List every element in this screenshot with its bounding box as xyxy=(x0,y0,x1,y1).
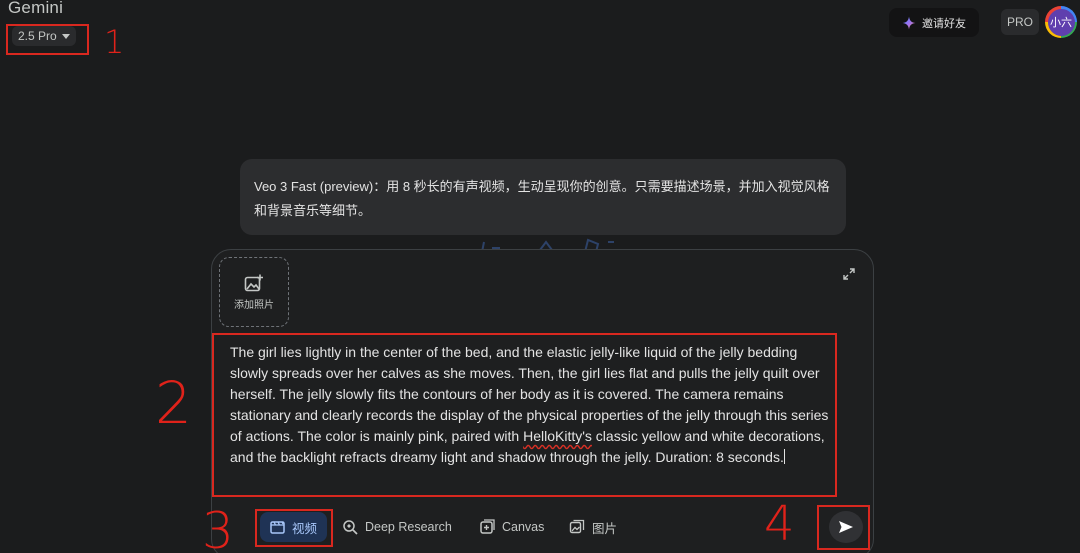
gemini-page: Gemini 2.5 Pro 1 邀请好友 PRO 小六 Veo 3 Fast … xyxy=(0,0,1080,553)
image-tool-button[interactable]: 图片 xyxy=(569,512,617,542)
deep-research-icon xyxy=(343,520,358,535)
caret-down-icon xyxy=(61,34,70,39)
deep-research-button[interactable]: Deep Research xyxy=(342,512,452,542)
invite-friends-button[interactable]: 邀请好友 xyxy=(889,8,979,37)
video-tool-button[interactable]: 视频 xyxy=(260,512,328,542)
video-label: 视频 xyxy=(292,521,318,536)
add-image-icon xyxy=(244,274,263,291)
add-photo-label: 添加照片 xyxy=(234,299,274,311)
canvas-button[interactable]: Canvas xyxy=(479,512,544,542)
add-photo-button[interactable]: 添加照片 xyxy=(219,257,289,327)
avatar[interactable]: 小六 xyxy=(1045,6,1077,38)
canvas-label: Canvas xyxy=(502,520,545,534)
deep-research-label: Deep Research xyxy=(365,520,452,534)
pro-badge[interactable]: PRO xyxy=(1001,9,1039,35)
video-icon xyxy=(270,521,285,534)
sparkle-icon xyxy=(902,16,916,29)
annotation-number-2: 2 xyxy=(155,369,192,437)
veo-info-bubble: Veo 3 Fast (preview)：用 8 秒长的有声视频，生动呈现你的创… xyxy=(240,159,846,235)
annotation-number-1: 1 xyxy=(104,23,125,61)
text-cursor xyxy=(783,449,785,464)
image-label: 图片 xyxy=(592,521,618,536)
image-icon xyxy=(569,519,585,534)
avatar-text: 小六 xyxy=(1047,8,1075,36)
send-icon xyxy=(839,521,853,533)
model-label: 2.5 Pro xyxy=(18,29,57,43)
prompt-input[interactable]: The girl lies lightly in the center of t… xyxy=(230,342,830,468)
app-title: Gemini xyxy=(8,0,64,17)
model-selector[interactable]: 2.5 Pro xyxy=(12,26,76,46)
prompt-misspelled-word: HelloKitty's xyxy=(523,428,592,444)
canvas-icon xyxy=(480,519,495,534)
expand-icon[interactable] xyxy=(843,268,855,280)
send-button[interactable] xyxy=(829,511,863,543)
invite-label: 邀请好友 xyxy=(922,17,966,30)
